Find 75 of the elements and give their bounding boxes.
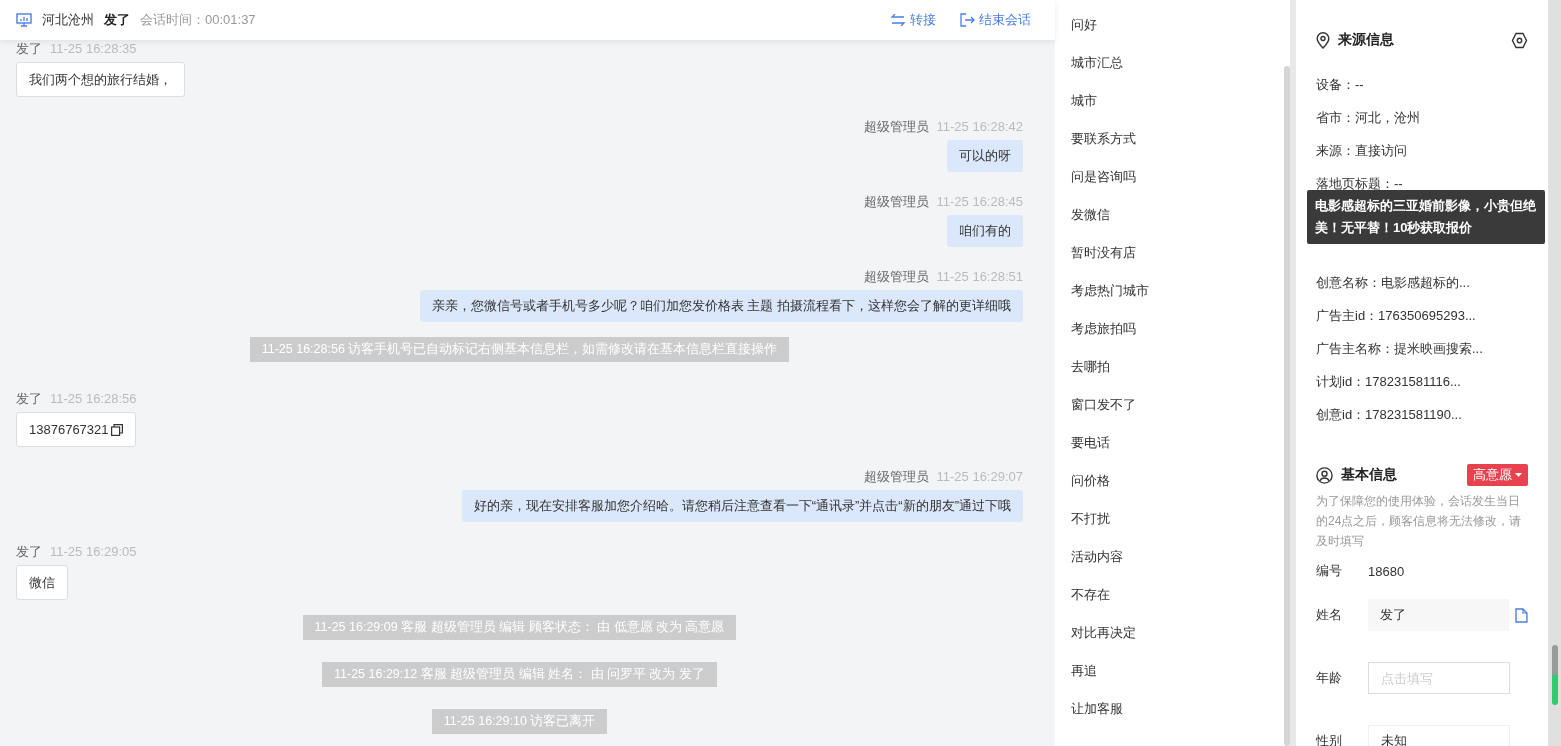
message-time: 11-25 16:28:42 bbox=[936, 118, 1023, 135]
info-row-text: 广告主id：176350695293... bbox=[1316, 307, 1477, 325]
transfer-icon bbox=[890, 14, 906, 26]
notice-text: 为了保障您的使用体验，会话发生当日的24点之后，顾客信息将无法修改，请及时填写 bbox=[1316, 493, 1523, 550]
message-time: 11-25 16:28:51 bbox=[936, 268, 1023, 285]
quick-reply-item[interactable]: 问是咨询吗 bbox=[1071, 158, 1136, 196]
user-icon bbox=[1316, 466, 1333, 484]
info-row-text: 省市：河北，沧州 bbox=[1316, 109, 1421, 127]
sender-name: 超级管理员 bbox=[863, 193, 929, 210]
select-field[interactable]: 未知 bbox=[1368, 725, 1510, 746]
quick-reply-item[interactable]: 城市汇总 bbox=[1071, 44, 1123, 82]
info-row-text: 落地页标题：-- bbox=[1316, 175, 1404, 193]
visitor-name: 发了 bbox=[104, 11, 130, 29]
location-pin-icon bbox=[1316, 31, 1330, 49]
message-time: 11-25 16:28:56 bbox=[50, 390, 137, 407]
visitor-location: 河北沧州 bbox=[42, 11, 94, 29]
quick-reply-item[interactable]: 要电话 bbox=[1071, 424, 1110, 462]
info-row-text: 计划id：178231581116... bbox=[1316, 373, 1462, 391]
info-row-text: 创意名称：电影感超标的... bbox=[1316, 274, 1471, 292]
message-bubble: 微信 bbox=[16, 565, 68, 600]
quick-reply-item[interactable]: 去哪拍 bbox=[1071, 348, 1110, 386]
field-label: 编号 bbox=[1316, 562, 1343, 580]
intent-tag[interactable]: 高意愿 bbox=[1467, 464, 1528, 486]
message-time: 11-25 16:29:07 bbox=[936, 468, 1023, 485]
quick-reply-item[interactable]: 发微信 bbox=[1071, 196, 1110, 234]
name-field[interactable]: 发了 bbox=[1368, 599, 1510, 631]
quick-reply-item[interactable]: 城市 bbox=[1071, 82, 1097, 120]
quick-reply-item[interactable]: 让加客服 bbox=[1071, 690, 1123, 728]
transfer-button[interactable]: 转接 bbox=[890, 11, 936, 29]
message-bubble: 好的亲，现在安排客服加您介绍哈。请您稍后注意查看一下“通讯录”并点击“新的朋友”通过下哦 bbox=[461, 490, 1023, 522]
scrollbar[interactable] bbox=[1284, 66, 1290, 746]
info-row-text: 广告主名称：提米映画搜索... bbox=[1316, 340, 1484, 358]
field-label: 年龄 bbox=[1316, 669, 1343, 687]
info-row-text: 创意id：178231581190... bbox=[1316, 406, 1463, 424]
quick-reply-item[interactable]: 再追 bbox=[1071, 652, 1097, 690]
message-bubble: 亲亲，您微信号或者手机号多少呢？咱们加您发价格表 主题 拍摄流程看下，这样您会了解的更详细哦 bbox=[419, 290, 1023, 322]
message-bubble: 13876767321 bbox=[16, 412, 136, 447]
sender-name: 发了 bbox=[16, 390, 42, 407]
info-row-text: 设备：-- bbox=[1316, 76, 1365, 94]
message-time: 11-25 16:28:35 bbox=[50, 40, 137, 57]
quick-reply-item[interactable]: 考虑旅拍吗 bbox=[1071, 310, 1136, 348]
quick-reply-item[interactable]: 问好 bbox=[1071, 6, 1097, 44]
field-label: 性别 bbox=[1316, 732, 1343, 746]
sender-name: 超级管理员 bbox=[863, 118, 929, 135]
scrollbar[interactable] bbox=[1548, 0, 1561, 746]
sender-name: 超级管理员 bbox=[863, 268, 929, 285]
tooltip: 电影感超标的三亚婚前影像，小贵但绝美！无平替！10秒获取报价 bbox=[1307, 190, 1545, 244]
sender-name: 发了 bbox=[16, 40, 42, 57]
message-bubble: 我们两个想的旅行结婚， bbox=[16, 62, 185, 97]
message-time: 11-25 16:29:05 bbox=[50, 543, 137, 560]
section-title: 基本信息 bbox=[1341, 466, 1397, 484]
info-row-text: 来源：直接访问 bbox=[1316, 142, 1408, 160]
quick-reply-item[interactable]: 活动内容 bbox=[1071, 538, 1123, 576]
quick-reply-item[interactable]: 考虑热门城市 bbox=[1071, 272, 1149, 310]
message-bubble: 咱们有的 bbox=[947, 215, 1023, 247]
field-label: 姓名 bbox=[1316, 606, 1343, 624]
quick-reply-item[interactable]: 对比再决定 bbox=[1071, 614, 1136, 652]
sender-name: 发了 bbox=[16, 543, 42, 560]
settings-icon[interactable] bbox=[1511, 31, 1528, 49]
session-duration: 会话时间：00:01:37 bbox=[140, 11, 256, 29]
sender-name: 超级管理员 bbox=[863, 468, 929, 485]
quick-reply-item[interactable]: 问价格 bbox=[1071, 462, 1110, 500]
end-session-button[interactable]: 结束会话 bbox=[960, 11, 1031, 29]
section-title: 来源信息 bbox=[1338, 31, 1394, 49]
caret-icon bbox=[1515, 473, 1522, 477]
quick-reply-item[interactable]: 要联系方式 bbox=[1071, 120, 1136, 158]
message-bubble: 可以的呀 bbox=[947, 140, 1023, 172]
quick-reply-item[interactable]: 不打扰 bbox=[1071, 500, 1110, 538]
quick-reply-item[interactable]: 不存在 bbox=[1071, 576, 1110, 614]
field-value: 18680 bbox=[1368, 563, 1405, 579]
quick-reply-item[interactable]: 暂时没有店 bbox=[1071, 234, 1136, 272]
quick-reply-item[interactable]: 窗口发不了 bbox=[1071, 386, 1136, 424]
message-time: 11-25 16:28:45 bbox=[936, 193, 1023, 210]
exit-icon bbox=[960, 13, 975, 27]
monitor-icon bbox=[16, 13, 32, 27]
